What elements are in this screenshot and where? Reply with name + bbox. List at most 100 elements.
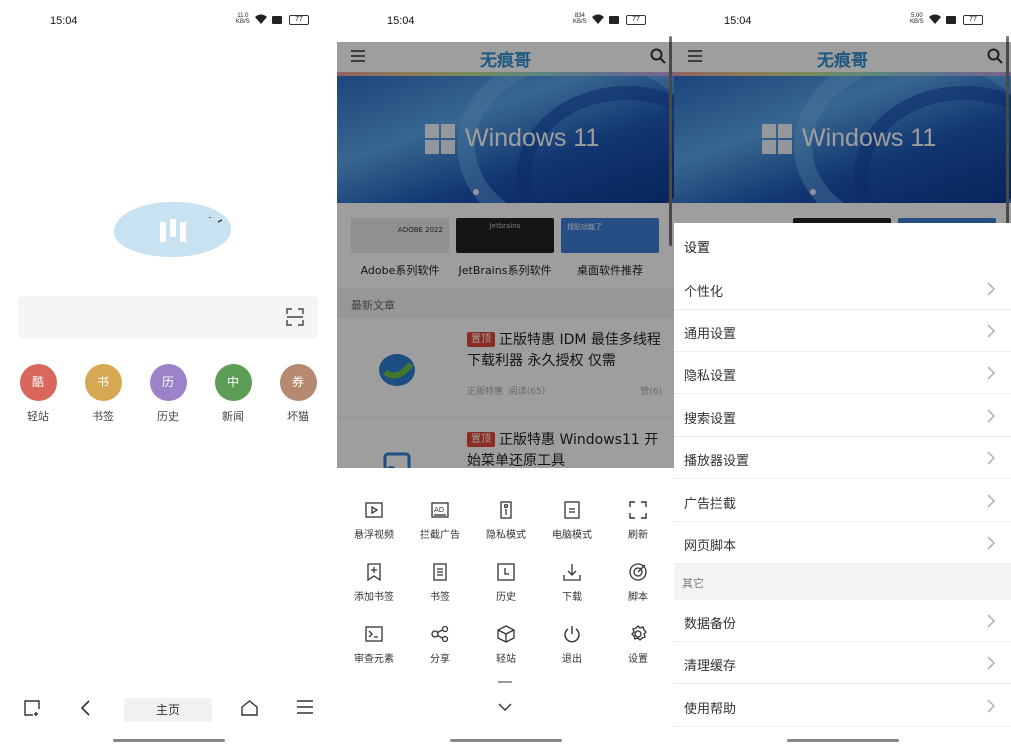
back-icon[interactable]	[80, 700, 92, 716]
tool-refresh[interactable]: 刷新	[605, 498, 671, 541]
add-bookmark-icon	[367, 563, 381, 581]
tool-pip-video[interactable]: 悬浮视频	[341, 498, 407, 541]
tool-lite-site[interactable]: 轻站	[473, 622, 539, 665]
status-bar: 15:04 11.0 KB/S 77	[0, 0, 337, 42]
settings-item-search[interactable]: 搜索设置	[674, 395, 1011, 437]
tool-label: 电脑模式	[552, 530, 592, 541]
bookmarks-icon	[433, 563, 447, 581]
quick-link-badge: 中	[214, 364, 252, 401]
search-input[interactable]	[18, 296, 318, 339]
settings-title: 设置	[684, 241, 711, 256]
settings-sheet: 设置 个性化 通用设置 隐私设置 搜索设置 播放器设置 广告拦截 网页脚本 其它…	[674, 223, 1011, 749]
settings-item-general[interactable]: 通用设置	[674, 310, 1011, 352]
chevron-right-icon	[987, 282, 995, 296]
tool-incognito[interactable]: 隐私模式	[473, 498, 539, 541]
network-speed: 11.0 KB/S	[236, 13, 250, 25]
quick-link-badge: 券	[279, 364, 317, 401]
tool-label: 历史	[496, 592, 516, 603]
home-icon[interactable]	[241, 700, 258, 716]
tool-add-bookmark[interactable]: 添加书签	[341, 560, 407, 603]
tool-label: 悬浮视频	[354, 530, 394, 541]
menu-icon[interactable]	[297, 700, 313, 714]
settings-item-privacy[interactable]: 隐私设置	[674, 352, 1011, 394]
quick-link-news[interactable]: 中 新闻	[208, 364, 258, 424]
tool-label: 拦截广告	[420, 530, 460, 541]
browser-menu-screen: 15:04 834 KB/S 77 无痕哥 Windows 11 ADOBE 20…	[337, 0, 674, 749]
quick-link-lite-site[interactable]: 酷 轻站	[13, 364, 63, 424]
power-icon	[564, 626, 580, 643]
refresh-icon	[629, 501, 647, 519]
sim-icon	[272, 16, 282, 24]
download-icon	[563, 564, 581, 581]
settings-item-player[interactable]: 播放器设置	[674, 437, 1011, 479]
gesture-bar	[787, 739, 899, 742]
tool-desktop-mode[interactable]: 电脑模式	[539, 498, 605, 541]
chevron-right-icon	[987, 614, 995, 628]
chevron-right-icon	[987, 451, 995, 465]
quick-link-label: 轻站	[27, 410, 49, 423]
settings-item-label: 网页脚本	[684, 539, 737, 554]
battery-icon: 77	[289, 15, 309, 25]
pip-video-icon	[365, 502, 383, 518]
tool-share[interactable]: 分享	[407, 622, 473, 665]
sim-icon	[609, 16, 619, 24]
chevron-right-icon	[987, 536, 995, 550]
ad-block-icon: AD	[431, 502, 449, 518]
logo-mark-icon	[160, 217, 223, 242]
browser-settings-screen: 15:04 5.00 KB/S 77 无痕哥 Windows 11 设置 个性化 …	[674, 0, 1011, 749]
share-icon	[431, 625, 449, 643]
settings-item-personalize[interactable]: 个性化	[674, 268, 1011, 310]
settings-item-label: 通用设置	[684, 327, 737, 342]
settings-item-clear-cache[interactable]: 清理缓存	[674, 642, 1011, 684]
quick-link-label: 新闻	[222, 410, 244, 423]
tool-history[interactable]: 历史	[473, 560, 539, 603]
settings-item-label: 播放器设置	[684, 454, 750, 469]
tool-label: 轻站	[496, 654, 516, 665]
quick-link-history[interactable]: 历 历史	[143, 364, 193, 424]
tool-label: 分享	[430, 654, 450, 665]
settings-item-label: 广告拦截	[684, 497, 737, 512]
quick-link-badge: 历	[149, 364, 187, 401]
tool-bookmarks[interactable]: 书签	[407, 560, 473, 603]
chevron-right-icon	[987, 656, 995, 670]
desktop-mode-icon	[564, 501, 580, 519]
sim-icon	[946, 16, 956, 24]
lite-site-icon	[497, 625, 515, 643]
tool-label: 刷新	[628, 530, 648, 541]
sheet-handle[interactable]	[498, 681, 512, 683]
chevron-down-icon[interactable]	[498, 702, 512, 712]
settings-item-label: 个性化	[684, 285, 724, 300]
svg-text:AD: AD	[434, 506, 444, 514]
quick-link-label: 坏猫	[287, 410, 309, 423]
tool-settings[interactable]: 设置	[605, 622, 671, 665]
quick-link-coupons[interactable]: 券 坏猫	[273, 364, 323, 424]
scan-icon[interactable]	[286, 308, 304, 326]
tool-label: 书签	[430, 592, 450, 603]
tool-script[interactable]: 脚本	[605, 560, 671, 603]
tabs-icon[interactable]	[24, 700, 40, 716]
tool-label: 下载	[562, 592, 582, 603]
tool-inspect[interactable]: 审查元素	[341, 622, 407, 665]
network-speed: 834 KB/S	[573, 13, 587, 25]
tool-ad-block[interactable]: AD 拦截广告	[407, 498, 473, 541]
menu-sheet: 悬浮视频 AD 拦截广告 隐私模式 电脑模式 刷新 添加书签 书签 历史 下载 …	[337, 468, 674, 749]
settings-item-label: 隐私设置	[684, 369, 737, 384]
quick-link-bookmarks[interactable]: 书 书签	[78, 364, 128, 424]
home-tab-button[interactable]: 主页	[124, 698, 212, 722]
gesture-bar	[450, 739, 562, 742]
history-icon	[497, 563, 515, 581]
settings-item-label: 清理缓存	[684, 659, 737, 674]
bottom-toolbar: 主页	[0, 694, 337, 728]
settings-item-web-script[interactable]: 网页脚本	[674, 522, 1011, 564]
tool-label: 退出	[562, 654, 582, 665]
status-time: 15:04	[724, 15, 752, 27]
settings-item-label: 搜索设置	[684, 412, 737, 427]
settings-item-help[interactable]: 使用帮助	[674, 685, 1011, 727]
tool-label: 设置	[628, 654, 648, 665]
tool-exit[interactable]: 退出	[539, 622, 605, 665]
quick-link-badge: 书	[84, 364, 122, 401]
tool-label: 隐私模式	[486, 530, 526, 541]
settings-item-ad-block[interactable]: 广告拦截	[674, 480, 1011, 522]
tool-download[interactable]: 下载	[539, 560, 605, 603]
settings-item-backup[interactable]: 数据备份	[674, 600, 1011, 642]
